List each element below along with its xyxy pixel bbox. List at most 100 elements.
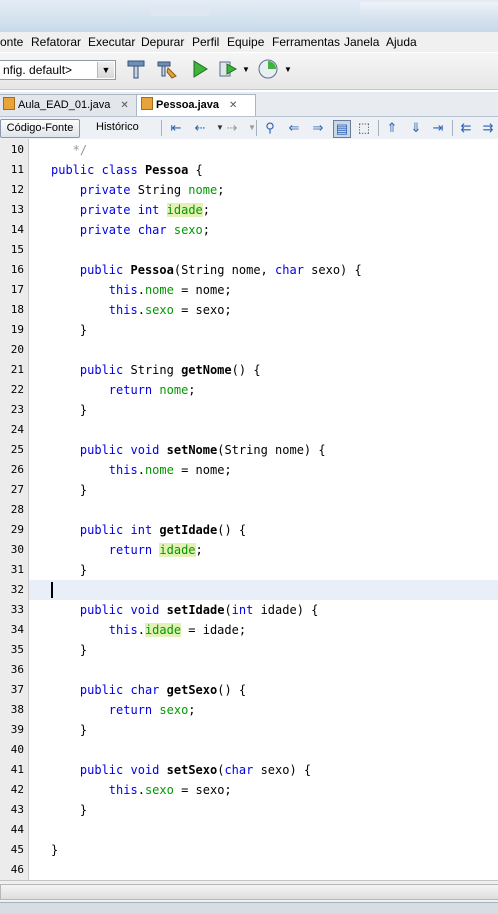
- line-number: 45: [10, 843, 24, 856]
- code-line[interactable]: private char sexo;: [51, 223, 210, 237]
- line-number: 40: [10, 743, 24, 756]
- menu-profile[interactable]: Perfil: [192, 35, 219, 49]
- line-number: 35: [10, 643, 24, 656]
- line-number: 19: [10, 323, 24, 336]
- menu-help[interactable]: Ajuda: [386, 35, 417, 49]
- java-file-icon: [141, 97, 153, 110]
- forward-icon[interactable]: ⇢: [224, 120, 240, 136]
- code-editor[interactable]: */ public class Pessoa { private String n…: [29, 139, 498, 880]
- code-line[interactable]: private int idade;: [51, 203, 210, 217]
- history-view-button[interactable]: Histórico: [96, 121, 139, 133]
- rect-select-icon[interactable]: ⬚: [356, 120, 372, 136]
- code-line[interactable]: public String getNome() {: [51, 363, 261, 377]
- menu-bar: onte Refatorar Executar Depurar Perfil E…: [0, 32, 498, 52]
- scrollbar-thumb[interactable]: [0, 884, 498, 900]
- tab-aula-ead[interactable]: Aula_EAD_01.java ✕: [0, 94, 138, 116]
- menu-team[interactable]: Equipe: [227, 35, 264, 49]
- line-number: 36: [10, 663, 24, 676]
- config-select[interactable]: nfig. default> ▼: [0, 60, 116, 80]
- source-view-button[interactable]: Código-Fonte: [0, 119, 80, 138]
- line-number: 41: [10, 763, 24, 776]
- toolbar-separator: [161, 120, 162, 136]
- titlebar-controls[interactable]: [360, 2, 498, 18]
- toolbar-separator: [378, 120, 379, 136]
- bookmark-next-icon[interactable]: ⇓: [408, 120, 424, 136]
- menu-debug[interactable]: Depurar: [141, 35, 184, 49]
- titlebar-blur: [150, 4, 210, 16]
- code-line[interactable]: this.nome = nome;: [51, 463, 232, 477]
- code-line[interactable]: }: [51, 723, 87, 737]
- code-line[interactable]: }: [51, 323, 87, 337]
- line-number: 24: [10, 423, 24, 436]
- toggle-bookmark-icon[interactable]: ⇥: [430, 120, 446, 136]
- code-line[interactable]: public void setNome(String nome) {: [51, 443, 326, 457]
- horizontal-scrollbar[interactable]: [0, 880, 498, 903]
- code-line[interactable]: }: [51, 643, 87, 657]
- back-icon[interactable]: ⇠: [192, 120, 208, 136]
- code-line[interactable]: }: [51, 803, 87, 817]
- line-number: 43: [10, 803, 24, 816]
- close-icon[interactable]: ✕: [229, 100, 237, 111]
- code-line[interactable]: return idade;: [51, 543, 203, 557]
- line-number: 18: [10, 303, 24, 316]
- code-line[interactable]: public char getSexo() {: [51, 683, 246, 697]
- hammer-icon[interactable]: [124, 58, 148, 82]
- line-number: 44: [10, 823, 24, 836]
- main-toolbar: nfig. default> ▼ ▼ ▼: [0, 53, 498, 90]
- debug-icon[interactable]: [216, 58, 240, 82]
- code-line[interactable]: this.sexo = sexo;: [51, 783, 232, 797]
- profile-dropdown-icon[interactable]: ▼: [282, 58, 294, 82]
- code-line[interactable]: this.sexo = sexo;: [51, 303, 232, 317]
- line-number: 16: [10, 263, 24, 276]
- menu-window[interactable]: Janela: [344, 35, 379, 49]
- run-icon[interactable]: [188, 58, 212, 82]
- code-line[interactable]: public void setSexo(char sexo) {: [51, 763, 311, 777]
- code-line[interactable]: private String nome;: [51, 183, 225, 197]
- prev-occurrence-icon[interactable]: ⇐: [286, 120, 302, 136]
- line-number: 38: [10, 703, 24, 716]
- tab-label: Aula_EAD_01.java: [18, 99, 111, 111]
- line-number: 46: [10, 863, 24, 876]
- forward-dropdown-icon[interactable]: ▼: [244, 120, 260, 136]
- tab-pessoa[interactable]: Pessoa.java ✕: [136, 94, 256, 116]
- shift-right-icon[interactable]: ⇉: [480, 120, 496, 136]
- debug-dropdown-icon[interactable]: ▼: [240, 58, 252, 82]
- close-icon[interactable]: ✕: [120, 100, 128, 111]
- chevron-down-icon[interactable]: ▼: [97, 62, 114, 78]
- code-line[interactable]: return sexo;: [51, 703, 196, 717]
- code-line[interactable]: }: [51, 563, 87, 577]
- line-number: 17: [10, 283, 24, 296]
- status-bar: [0, 902, 498, 914]
- code-line[interactable]: public Pessoa(String nome, char sexo) {: [51, 263, 362, 277]
- bookmark-prev-icon[interactable]: ⇑: [384, 120, 400, 136]
- code-line[interactable]: public void setIdade(int idade) {: [51, 603, 318, 617]
- code-line[interactable]: this.idade = idade;: [51, 623, 246, 637]
- clean-build-icon[interactable]: [155, 58, 179, 82]
- code-line[interactable]: public class Pessoa {: [51, 163, 203, 177]
- shift-left-icon[interactable]: ⇇: [458, 120, 474, 136]
- line-number: 29: [10, 523, 24, 536]
- editor-toolbar: Código-Fonte Histórico ⇤ ⇠ ▼ ⇢ ▼ ⚲ ⇐ ⇒ ▤…: [0, 117, 498, 140]
- code-line[interactable]: }: [51, 403, 87, 417]
- line-number: 13: [10, 203, 24, 216]
- menu-tools[interactable]: Ferramentas: [272, 35, 340, 49]
- profile-icon[interactable]: [256, 58, 280, 82]
- last-edit-icon[interactable]: ⇤: [168, 120, 184, 136]
- line-number: 39: [10, 723, 24, 736]
- menu-run[interactable]: Executar: [88, 35, 135, 49]
- menu-source[interactable]: onte: [0, 35, 23, 49]
- line-number: 22: [10, 383, 24, 396]
- code-line[interactable]: }: [51, 843, 58, 857]
- code-line[interactable]: }: [51, 483, 87, 497]
- next-occurrence-icon[interactable]: ⇒: [310, 120, 326, 136]
- toggle-highlight-icon[interactable]: ▤: [333, 120, 351, 138]
- menu-refactor[interactable]: Refatorar: [31, 35, 81, 49]
- search-icon[interactable]: ⚲: [262, 120, 278, 136]
- line-number: 23: [10, 403, 24, 416]
- code-line[interactable]: public int getIdade() {: [51, 523, 246, 537]
- code-line[interactable]: this.nome = nome;: [51, 283, 232, 297]
- code-line[interactable]: return nome;: [51, 383, 196, 397]
- code-line[interactable]: */: [51, 143, 87, 157]
- tab-label: Pessoa.java: [156, 99, 219, 111]
- line-number: 21: [10, 363, 24, 376]
